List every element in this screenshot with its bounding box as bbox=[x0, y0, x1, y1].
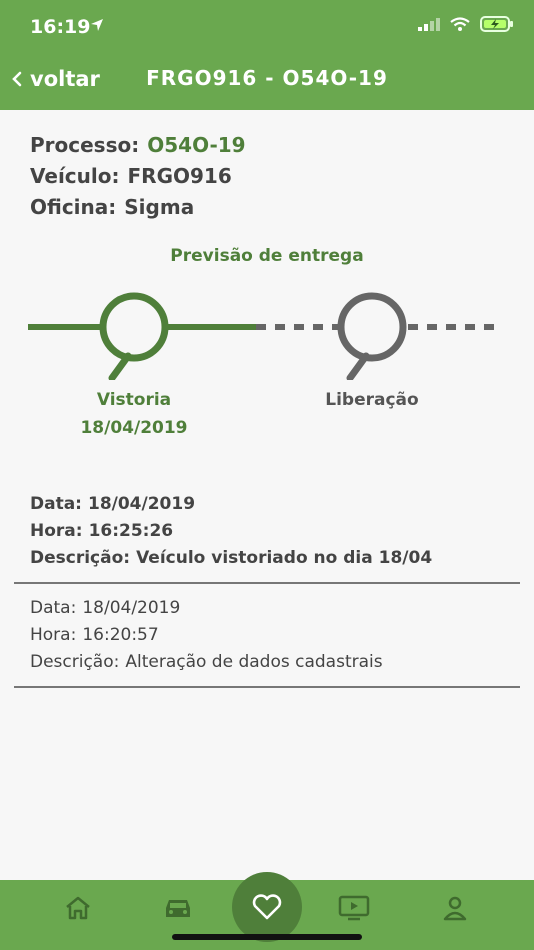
car-icon bbox=[166, 900, 190, 917]
entry-time: Hora: 16:25:26 bbox=[30, 521, 174, 541]
step-vistoria: Vistoria 18/04/2019 bbox=[54, 386, 214, 442]
wifi-icon bbox=[450, 17, 470, 31]
processo-label: Processo: bbox=[30, 133, 140, 157]
oficina-label: Oficina: bbox=[30, 195, 117, 219]
app-header: 16:19 voltar FRGO916 - O54O-19 bbox=[0, 0, 534, 110]
magnifier-icon-liberacao bbox=[337, 292, 407, 380]
forecast-heading: Previsão de entrega bbox=[170, 246, 364, 266]
veiculo-label: Veículo: bbox=[30, 164, 120, 188]
tab-media[interactable] bbox=[334, 888, 374, 928]
veiculo-row: Veículo: FRGO916 bbox=[30, 161, 246, 192]
battery-charging-icon bbox=[480, 16, 513, 32]
oficina-value: Sigma bbox=[124, 195, 195, 219]
step-liberacao: Liberação bbox=[292, 386, 452, 414]
entry-date: Data: 18/04/2019 bbox=[30, 598, 181, 618]
step-liberacao-label: Liberação bbox=[325, 390, 419, 410]
processo-value: O54O-19 bbox=[147, 133, 246, 157]
tab-profile[interactable] bbox=[435, 888, 475, 928]
entry-description: Descrição: Alteração de dados cadastrais bbox=[30, 652, 383, 672]
location-arrow-icon bbox=[91, 19, 103, 31]
page-title: FRGO916 - O54O-19 bbox=[146, 66, 388, 90]
heart-icon bbox=[252, 894, 282, 920]
progress-timeline bbox=[28, 292, 500, 380]
processo-row: Processo: O54O-19 bbox=[30, 130, 246, 161]
step-vistoria-date: 18/04/2019 bbox=[80, 418, 188, 438]
tab-home[interactable] bbox=[58, 888, 98, 928]
entry-description: Descrição: Veículo vistoriado no dia 18/0… bbox=[30, 548, 433, 568]
oficina-row: Oficina: Sigma bbox=[30, 192, 246, 223]
entry-time: Hora: 16:20:57 bbox=[30, 625, 159, 645]
divider bbox=[14, 686, 520, 688]
status-icons bbox=[418, 16, 514, 32]
divider bbox=[14, 582, 520, 584]
home-indicator bbox=[172, 934, 362, 940]
video-icon bbox=[338, 895, 370, 921]
status-time: 16:19 bbox=[30, 16, 91, 38]
cellular-signal-icon bbox=[418, 18, 440, 31]
entry-date: Data: 18/04/2019 bbox=[30, 494, 196, 514]
vehicle-info: Processo: O54O-19 Veículo: FRGO916 Oficina… bbox=[30, 130, 246, 223]
magnifier-icon-vistoria bbox=[99, 292, 169, 380]
user-icon bbox=[443, 896, 467, 921]
home-icon bbox=[66, 896, 90, 920]
history-entry: Data: 18/04/2019 Hora: 16:20:57 Descrição:… bbox=[30, 595, 383, 676]
tab-vehicle[interactable] bbox=[158, 888, 198, 928]
veiculo-value: FRGO916 bbox=[127, 164, 232, 188]
tab-favorites[interactable] bbox=[232, 872, 302, 942]
history-entry: Data: 18/04/2019 Hora: 16:25:26 Descrição:… bbox=[30, 491, 432, 572]
step-vistoria-label: Vistoria bbox=[96, 390, 172, 410]
